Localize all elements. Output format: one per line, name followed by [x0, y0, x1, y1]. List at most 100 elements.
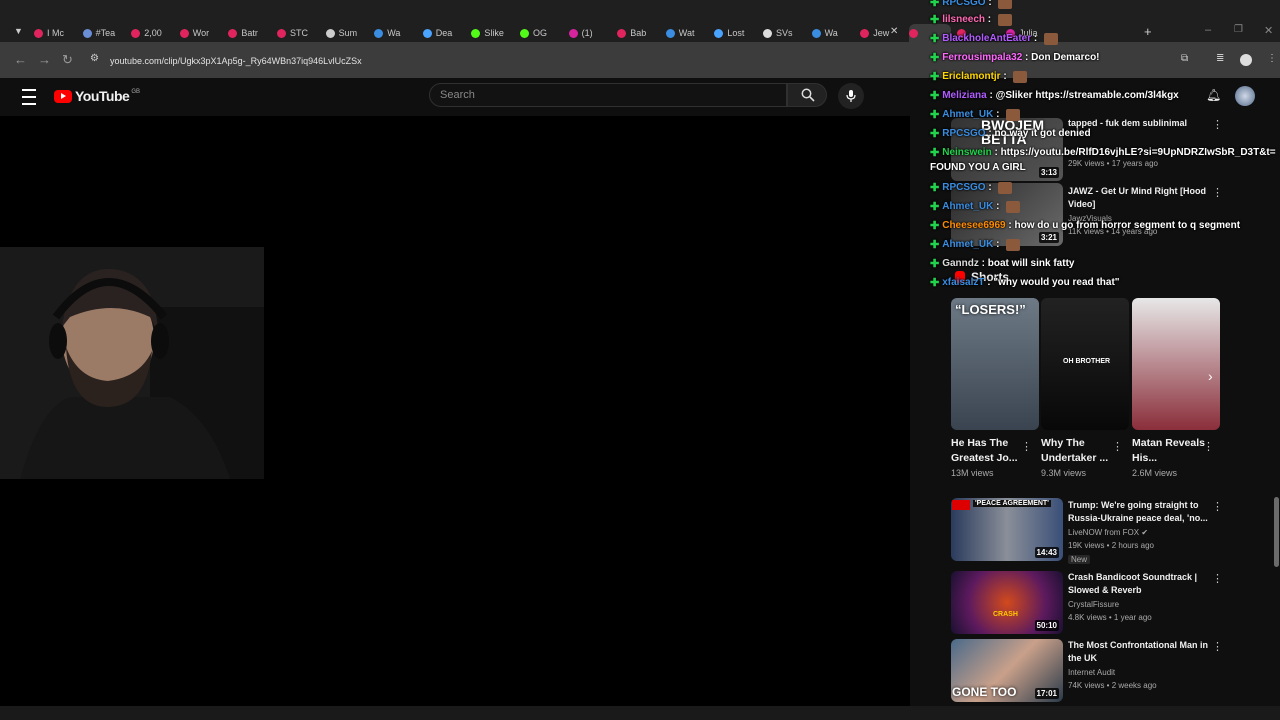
chat-username[interactable]: xfaisalzT [942, 277, 984, 288]
tab-favicon-icon [908, 28, 918, 38]
close-tab-icon[interactable]: ✕ [890, 26, 898, 37]
chat-username[interactable]: Ahmet_UK [942, 109, 993, 120]
browser-tab[interactable]: Wat [665, 24, 709, 42]
tab-label: Wat [678, 28, 695, 38]
window-close-icon[interactable]: ✕ [1264, 24, 1273, 37]
back-icon[interactable]: ← [14, 52, 27, 67]
video-title[interactable]: Trump: We're going straight to Russia-Uk… [1068, 499, 1208, 525]
url-field[interactable]: youtube.com/clip/Ugkx3pX1Ap5g-_Ry64WBn37… [84, 50, 924, 71]
more-actions-icon[interactable]: ⋮ [1212, 118, 1223, 131]
tab-search-icon[interactable]: ≣ [1216, 53, 1224, 64]
more-actions-icon[interactable]: ⋮ [1212, 572, 1223, 585]
chat-message: ✚ BlackholeAntEater : [930, 32, 1059, 45]
short-title[interactable]: Matan Reveals His... [1132, 436, 1206, 466]
subscriber-badge-icon: ✚ [930, 33, 940, 45]
chat-username[interactable]: Ericlamontjr [942, 71, 1000, 82]
browser-menu-icon[interactable]: ⋮ [1267, 53, 1277, 64]
short-title[interactable]: Why The Undertaker ... [1041, 436, 1115, 466]
chat-message: ✚ xfaisalzT : "why would you read that" [930, 276, 1120, 289]
browser-tab[interactable]: Dea [422, 24, 466, 42]
browser-tab[interactable]: OG [520, 24, 563, 42]
reco-thumbnail[interactable]: CRASH 50:10 [951, 571, 1063, 634]
short-title[interactable]: He Has The Greatest Jo... [951, 436, 1025, 466]
more-actions-icon[interactable]: ⋮ [1021, 440, 1032, 453]
browser-tab[interactable]: Lost [714, 24, 757, 42]
chat-username[interactable]: BlackholeAntEater [942, 33, 1031, 44]
shorts-next-icon[interactable]: › [1208, 368, 1213, 384]
browser-tab[interactable]: Wa [374, 24, 417, 42]
channel-name[interactable]: Internet Audit [1068, 668, 1115, 677]
browser-tab[interactable]: I Mc [34, 24, 77, 42]
tab-list-chevron-icon[interactable]: ▼ [14, 26, 23, 36]
tab-favicon-icon [228, 28, 238, 38]
more-actions-icon[interactable]: ⋮ [1212, 500, 1223, 513]
video-title[interactable]: The Most Confrontational Man in the UK [1068, 639, 1208, 665]
tab-favicon-icon [422, 28, 432, 38]
tab-label: Slike [484, 28, 504, 38]
more-actions-icon[interactable]: ⋮ [1212, 640, 1223, 653]
chat-username[interactable]: Ahmet_UK [942, 201, 993, 212]
reload-icon[interactable]: ↻ [62, 52, 73, 68]
maximize-icon[interactable]: ❐ [1234, 24, 1243, 35]
new-tab-icon[interactable]: + [1144, 24, 1152, 39]
tab-favicon-icon [763, 28, 772, 38]
tab-favicon-icon [714, 28, 724, 38]
subscriber-badge-icon: ✚ [930, 201, 940, 213]
chat-username[interactable]: Cheesee6969 [942, 220, 1005, 231]
chat-username[interactable]: Neinswein [942, 147, 991, 158]
extensions-icon[interactable]: ⧉ [1181, 53, 1188, 64]
search-button[interactable] [787, 83, 827, 107]
chat-emote-icon [1006, 238, 1021, 251]
chat-text: https://youtu.be/RlfD16vjhLE?si=9UpNDRZI… [1000, 147, 1276, 158]
chat-username[interactable]: RPCSGO [942, 128, 985, 139]
reco-thumbnail[interactable]: 'PEACE AGREEMENT' 14:43 [951, 498, 1063, 561]
chat-username[interactable]: Ganndz [942, 258, 979, 269]
profile-icon[interactable] [1240, 54, 1252, 66]
guide-menu-icon[interactable] [22, 89, 36, 105]
more-actions-icon[interactable]: ⋮ [1112, 440, 1123, 453]
forward-icon[interactable]: → [38, 52, 51, 67]
channel-name[interactable]: CrystalFissure [1068, 600, 1119, 609]
browser-tab[interactable]: Wa [811, 24, 855, 42]
browser-tab[interactable]: SVs [763, 24, 806, 42]
notifications-icon[interactable]: 🔔︎ [1206, 88, 1221, 102]
search-icon [801, 88, 815, 102]
search-input[interactable]: Search [429, 83, 787, 107]
short-thumbnail[interactable] [1132, 298, 1220, 430]
browser-tab[interactable]: 2,00 [131, 24, 174, 42]
browser-tab[interactable]: STC [277, 24, 320, 42]
browser-tab[interactable]: (1) [568, 24, 612, 42]
video-title[interactable]: Crash Bandicoot Soundtrack | Slowed & Re… [1068, 571, 1208, 597]
short-thumbnail[interactable]: “LOSERS!” [951, 298, 1039, 430]
chat-username[interactable]: Meliziana [942, 90, 986, 101]
chat-username[interactable]: RPCSGO [942, 0, 985, 8]
browser-tab[interactable]: Batr [228, 24, 271, 42]
tab-label: Lost [727, 28, 745, 38]
browser-tab[interactable]: Sum [325, 24, 369, 42]
youtube-logo[interactable]: YouTube GB [54, 88, 140, 104]
voice-search-button[interactable] [838, 83, 864, 109]
page-scrollbar[interactable] [1274, 497, 1279, 567]
subscriber-badge-icon: ✚ [930, 109, 940, 121]
account-avatar[interactable] [1235, 86, 1255, 106]
reco-thumbnail[interactable]: GONE TOO 17:01 [951, 639, 1063, 702]
chat-username[interactable]: Ahmet_UK [942, 239, 993, 250]
chat-message: ✚ RPCSGO : no way it got denied [930, 127, 1091, 140]
chat-username[interactable]: lilsneech [942, 14, 985, 25]
browser-tab[interactable]: Bab [617, 24, 660, 42]
more-actions-icon[interactable]: ⋮ [1203, 440, 1214, 453]
video-title[interactable]: JAWZ - Get Ur Mind Right [Hood Video] [1068, 185, 1208, 211]
more-actions-icon[interactable]: ⋮ [1212, 186, 1223, 199]
minimize-icon[interactable]: – [1205, 24, 1211, 36]
chat-username[interactable]: Ferrousimpala32 [942, 52, 1022, 63]
chat-username[interactable]: RPCSGO [942, 182, 985, 193]
short-thumbnail[interactable]: OH BROTHER [1041, 298, 1129, 430]
chat-separator: : [1005, 220, 1015, 231]
tab-favicon-icon [325, 28, 335, 38]
channel-name[interactable]: LiveNOW from FOX ✔ [1068, 528, 1148, 537]
browser-tab[interactable]: Slike [471, 24, 514, 42]
browser-tab[interactable]: Wor [179, 24, 223, 42]
video-duration: 3:21 [1038, 232, 1059, 243]
chat-separator: : [1022, 52, 1032, 63]
browser-tab[interactable]: #Tea [82, 24, 126, 42]
